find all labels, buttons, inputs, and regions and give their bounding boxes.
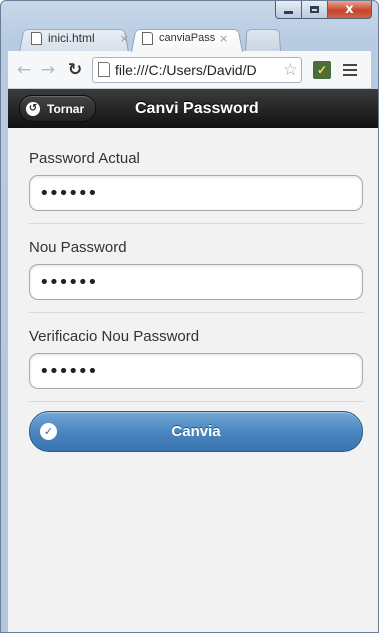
- tab-title: canviaPass: [159, 32, 216, 44]
- page-icon: [31, 31, 42, 45]
- current-password-input[interactable]: ••••••: [29, 175, 363, 211]
- new-password-input[interactable]: ••••••: [29, 264, 363, 300]
- back-button[interactable]: ↺ Tornar: [19, 95, 97, 122]
- address-text: file:///C:/Users/David/D: [115, 61, 257, 78]
- close-window-button[interactable]: x: [328, 1, 372, 19]
- minimize-icon: [284, 11, 293, 14]
- maximize-button[interactable]: [302, 1, 328, 19]
- page-icon: [142, 31, 153, 45]
- extension-icon[interactable]: ✓: [313, 60, 331, 79]
- page-icon: [98, 62, 110, 77]
- page-title: Canvi Password: [135, 99, 259, 117]
- tab-inici[interactable]: inici.html ×: [31, 26, 131, 50]
- forward-arrow-icon[interactable]: →: [38, 60, 58, 80]
- tab-close-icon[interactable]: ×: [120, 32, 129, 45]
- page-viewport: ↺ Tornar Canvi Password Password Actual …: [8, 89, 378, 632]
- browser-toolbar: ← → ↻ file:///C:/Users/David/D ☆ ✓: [8, 51, 371, 89]
- maximize-icon: [310, 6, 319, 13]
- page-header: ↺ Tornar Canvi Password: [8, 89, 378, 128]
- current-password-label: Password Actual: [29, 150, 140, 167]
- back-arrow-icon[interactable]: ←: [14, 60, 34, 80]
- address-bar[interactable]: file:///C:/Users/David/D ☆: [92, 56, 302, 83]
- browser-window: x inici.html × canviaPass × ← → ↻ file:/…: [0, 0, 379, 633]
- tab-title: inici.html: [48, 31, 95, 45]
- tab-canvia-pass[interactable]: canviaPass ×: [142, 26, 242, 50]
- password-form: Password Actual •••••• Nou Password ••••…: [8, 128, 378, 452]
- close-icon: x: [345, 2, 354, 17]
- verify-password-field: Verificacio Nou Password ••••••: [29, 313, 364, 402]
- back-icon: ↺: [26, 101, 40, 116]
- new-tab-button[interactable]: [245, 29, 281, 52]
- reload-icon[interactable]: ↻: [64, 60, 86, 80]
- bookmark-star-icon[interactable]: ☆: [283, 60, 298, 80]
- verify-password-label: Verificacio Nou Password: [29, 328, 200, 345]
- new-password-label: Nou Password: [29, 239, 127, 256]
- tab-close-icon[interactable]: ×: [219, 32, 228, 45]
- canvia-button[interactable]: ✓ Canvia: [29, 411, 363, 452]
- new-password-field: Nou Password ••••••: [29, 224, 364, 313]
- canvia-button-label: Canvia: [171, 423, 221, 440]
- menu-icon[interactable]: [343, 63, 357, 76]
- window-caption-buttons: x: [275, 1, 372, 21]
- minimize-button[interactable]: [275, 1, 302, 19]
- check-icon: ✓: [40, 423, 57, 440]
- back-button-label: Tornar: [47, 101, 85, 116]
- verify-password-input[interactable]: ••••••: [29, 353, 363, 389]
- current-password-field: Password Actual ••••••: [29, 128, 364, 224]
